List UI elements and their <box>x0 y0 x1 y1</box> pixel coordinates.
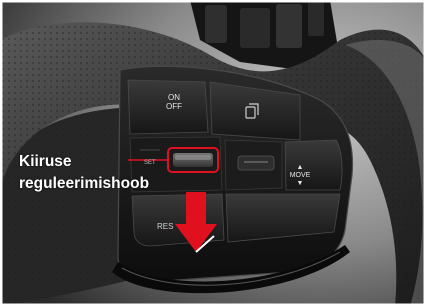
speed-lever-callout: Kiiruse reguleerimishoob <box>19 151 149 195</box>
move-label: MOVE <box>289 172 311 179</box>
callout-line-2: reguleerimishoob <box>19 175 150 192</box>
move-button-label: ▲ MOVE ▼ <box>286 164 314 188</box>
move-down-arrow-icon: ▼ <box>296 180 304 187</box>
on-label: ON <box>168 93 180 102</box>
steering-wheel-photo: ON OFF SET RES ▲ MOVE ▼ Kiiruse reguleer… <box>0 0 426 306</box>
off-label: OFF <box>166 102 182 111</box>
res-label: RES <box>157 222 174 231</box>
callout-line-1: Kiiruse <box>19 153 72 170</box>
on-off-button-label: ON OFF <box>152 93 196 111</box>
move-up-arrow-icon: ▲ <box>296 164 304 171</box>
